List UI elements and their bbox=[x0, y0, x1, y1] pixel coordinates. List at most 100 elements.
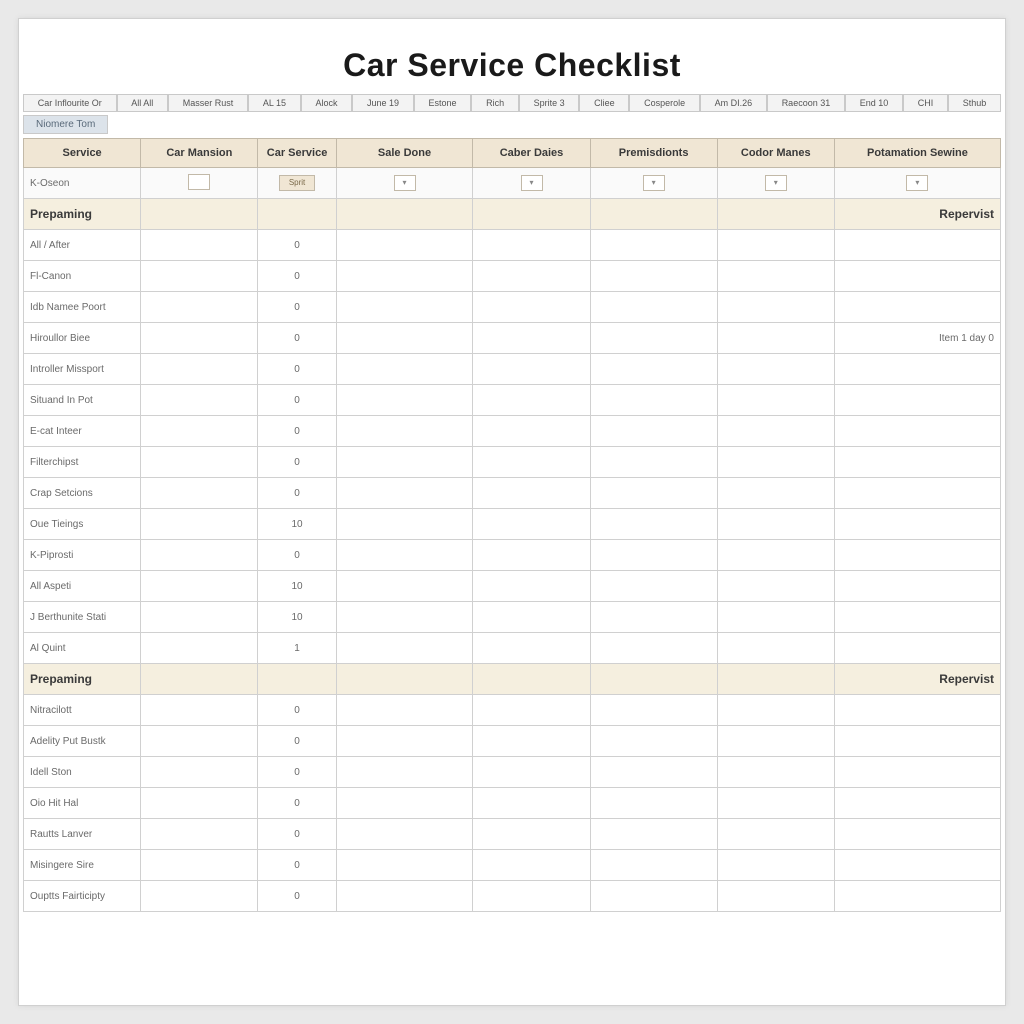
dropdown-input[interactable] bbox=[521, 175, 543, 191]
cell[interactable] bbox=[336, 602, 473, 633]
cell[interactable] bbox=[717, 540, 834, 571]
note-cell[interactable] bbox=[834, 292, 1000, 323]
toolbar-button[interactable]: All All bbox=[117, 94, 169, 112]
cell[interactable] bbox=[336, 509, 473, 540]
cell[interactable] bbox=[141, 230, 258, 261]
cell[interactable] bbox=[473, 385, 590, 416]
subtab-button[interactable]: Niomere Tom bbox=[23, 115, 108, 134]
cell[interactable] bbox=[336, 261, 473, 292]
note-cell[interactable] bbox=[834, 509, 1000, 540]
toolbar-button[interactable]: Cosperole bbox=[629, 94, 700, 112]
cell[interactable] bbox=[141, 416, 258, 447]
car-service-value[interactable]: 0 bbox=[258, 757, 336, 788]
note-cell[interactable] bbox=[834, 478, 1000, 509]
toolbar-button[interactable]: CHI bbox=[903, 94, 948, 112]
cell[interactable] bbox=[717, 819, 834, 850]
cell[interactable] bbox=[336, 881, 473, 912]
cell[interactable] bbox=[717, 571, 834, 602]
note-cell[interactable] bbox=[834, 695, 1000, 726]
note-cell[interactable] bbox=[834, 261, 1000, 292]
cell[interactable] bbox=[473, 292, 590, 323]
note-cell[interactable] bbox=[834, 788, 1000, 819]
cell[interactable] bbox=[717, 633, 834, 664]
cell[interactable] bbox=[473, 726, 590, 757]
car-mansion-input[interactable] bbox=[188, 174, 210, 190]
cell[interactable] bbox=[590, 478, 717, 509]
cell[interactable] bbox=[590, 416, 717, 447]
note-cell[interactable] bbox=[834, 354, 1000, 385]
cell[interactable] bbox=[717, 726, 834, 757]
cell[interactable] bbox=[717, 788, 834, 819]
note-cell[interactable] bbox=[834, 540, 1000, 571]
cell[interactable] bbox=[717, 292, 834, 323]
toolbar-button[interactable]: Estone bbox=[414, 94, 472, 112]
toolbar-button[interactable]: June 19 bbox=[352, 94, 414, 112]
cell[interactable] bbox=[141, 602, 258, 633]
cell[interactable] bbox=[141, 726, 258, 757]
car-service-value[interactable]: 0 bbox=[258, 850, 336, 881]
cell[interactable] bbox=[336, 540, 473, 571]
car-service-value[interactable]: 0 bbox=[258, 478, 336, 509]
note-cell[interactable] bbox=[834, 881, 1000, 912]
cell[interactable] bbox=[141, 261, 258, 292]
toolbar-button[interactable]: Raecoon 31 bbox=[767, 94, 845, 112]
cell[interactable] bbox=[473, 881, 590, 912]
cell[interactable] bbox=[590, 540, 717, 571]
note-cell[interactable] bbox=[834, 633, 1000, 664]
toolbar-button[interactable]: Rich bbox=[471, 94, 519, 112]
toolbar-button[interactable]: Sprite 3 bbox=[519, 94, 580, 112]
cell[interactable] bbox=[336, 757, 473, 788]
cell[interactable] bbox=[141, 881, 258, 912]
toolbar-button[interactable]: Masser Rust bbox=[168, 94, 248, 112]
car-service-value[interactable]: 0 bbox=[258, 447, 336, 478]
car-service-value[interactable]: 1 bbox=[258, 633, 336, 664]
toolbar-button[interactable]: Am DI.26 bbox=[700, 94, 767, 112]
cell[interactable] bbox=[141, 633, 258, 664]
car-service-value[interactable]: 0 bbox=[258, 881, 336, 912]
cell[interactable] bbox=[141, 385, 258, 416]
cell[interactable] bbox=[473, 478, 590, 509]
cell[interactable] bbox=[590, 757, 717, 788]
cell[interactable] bbox=[717, 695, 834, 726]
note-cell[interactable] bbox=[834, 726, 1000, 757]
cell[interactable] bbox=[717, 602, 834, 633]
cell[interactable] bbox=[473, 447, 590, 478]
car-service-value[interactable]: 0 bbox=[258, 385, 336, 416]
cell[interactable] bbox=[473, 230, 590, 261]
cell[interactable] bbox=[717, 509, 834, 540]
cell[interactable] bbox=[473, 602, 590, 633]
cell[interactable] bbox=[473, 695, 590, 726]
dropdown-input[interactable] bbox=[765, 175, 787, 191]
cell[interactable] bbox=[590, 447, 717, 478]
cell[interactable] bbox=[336, 416, 473, 447]
cell[interactable] bbox=[473, 354, 590, 385]
dropdown-input[interactable] bbox=[906, 175, 928, 191]
cell[interactable] bbox=[336, 850, 473, 881]
cell[interactable] bbox=[473, 323, 590, 354]
cell[interactable] bbox=[336, 447, 473, 478]
cell[interactable] bbox=[473, 819, 590, 850]
car-service-value[interactable]: 0 bbox=[258, 292, 336, 323]
cell[interactable] bbox=[717, 323, 834, 354]
cell[interactable] bbox=[336, 695, 473, 726]
note-cell[interactable]: Item 1 day 0 bbox=[834, 323, 1000, 354]
note-cell[interactable] bbox=[834, 757, 1000, 788]
cell[interactable] bbox=[336, 571, 473, 602]
cell[interactable] bbox=[141, 788, 258, 819]
cell[interactable] bbox=[717, 881, 834, 912]
car-service-value[interactable]: 0 bbox=[258, 354, 336, 385]
note-cell[interactable] bbox=[834, 416, 1000, 447]
car-service-value[interactable]: 0 bbox=[258, 819, 336, 850]
cell[interactable] bbox=[717, 757, 834, 788]
car-service-value[interactable]: 0 bbox=[258, 726, 336, 757]
toolbar-button[interactable]: Cliee bbox=[579, 94, 629, 112]
cell[interactable] bbox=[590, 726, 717, 757]
cell[interactable] bbox=[141, 819, 258, 850]
cell[interactable] bbox=[141, 447, 258, 478]
cell[interactable] bbox=[141, 478, 258, 509]
cell[interactable] bbox=[590, 509, 717, 540]
cell[interactable] bbox=[473, 633, 590, 664]
cell[interactable] bbox=[717, 385, 834, 416]
cell[interactable] bbox=[717, 230, 834, 261]
cell[interactable] bbox=[336, 819, 473, 850]
